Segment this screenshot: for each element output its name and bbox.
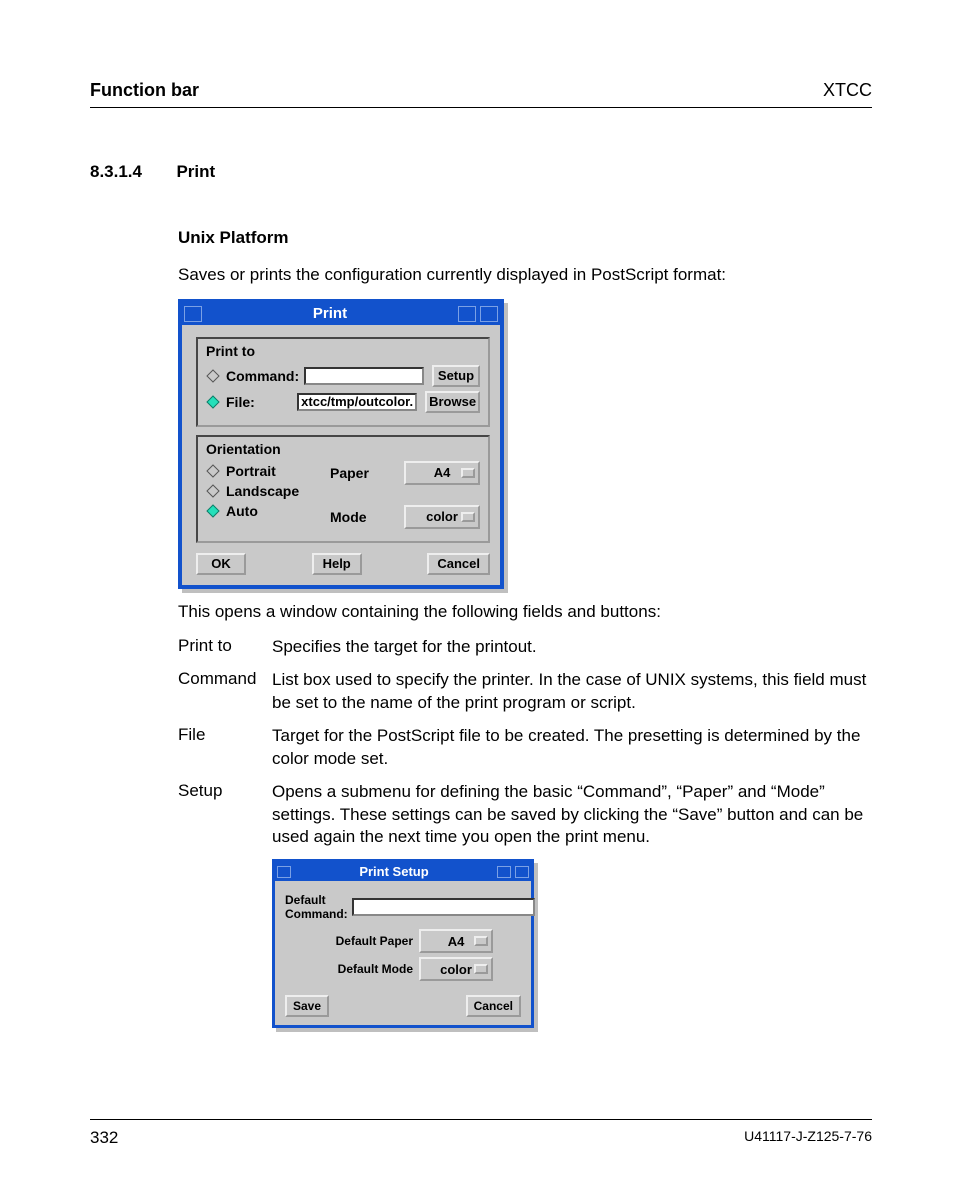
landscape-radio-label[interactable]: Landscape bbox=[226, 483, 299, 499]
intro-paragraph: Saves or prints the configuration curren… bbox=[178, 264, 872, 287]
cancel-button[interactable]: Cancel bbox=[466, 995, 521, 1017]
dropdown-stub-icon bbox=[474, 964, 488, 974]
fields-intro: This opens a window containing the follo… bbox=[178, 601, 872, 624]
default-paper-label: Default Paper bbox=[313, 934, 419, 948]
default-paper-select[interactable]: A4 bbox=[419, 929, 493, 953]
minimize-icon[interactable] bbox=[497, 866, 511, 878]
window-menu-icon[interactable] bbox=[277, 866, 291, 878]
def-desc: Target for the PostScript file to be cre… bbox=[272, 725, 872, 771]
setup-button[interactable]: Setup bbox=[432, 365, 480, 387]
auto-radio-label[interactable]: Auto bbox=[226, 503, 258, 519]
section-number: 8.3.1.4 bbox=[90, 162, 142, 182]
print-to-label: Print to bbox=[206, 343, 480, 359]
def-term: Print to bbox=[178, 636, 272, 659]
header-left: Function bar bbox=[90, 80, 199, 101]
print-setup-titlebar[interactable]: Print Setup bbox=[275, 862, 531, 881]
diamond-radio-icon[interactable] bbox=[206, 504, 220, 518]
ok-button[interactable]: OK bbox=[196, 553, 246, 575]
file-label[interactable]: File: bbox=[226, 394, 297, 410]
def-command: Command List box used to specify the pri… bbox=[178, 669, 872, 715]
def-setup: Setup Opens a submenu for defining the b… bbox=[178, 781, 872, 850]
diamond-radio-icon[interactable] bbox=[206, 484, 220, 498]
def-desc: Specifies the target for the printout. bbox=[272, 636, 537, 659]
header-right: XTCC bbox=[823, 80, 872, 101]
default-mode-select[interactable]: color bbox=[419, 957, 493, 981]
command-label[interactable]: Command: bbox=[226, 368, 304, 384]
def-term: File bbox=[178, 725, 272, 771]
save-button[interactable]: Save bbox=[285, 995, 329, 1017]
minimize-icon[interactable] bbox=[458, 306, 476, 322]
portrait-radio-label[interactable]: Portrait bbox=[226, 463, 276, 479]
print-dialog-titlebar[interactable]: Print bbox=[182, 303, 500, 325]
def-file: File Target for the PostScript file to b… bbox=[178, 725, 872, 771]
maximize-icon[interactable] bbox=[480, 306, 498, 322]
paper-select[interactable]: A4 bbox=[404, 461, 480, 485]
running-footer: 332 U41117-J-Z125-7-76 bbox=[90, 1119, 872, 1148]
def-term: Setup bbox=[178, 781, 272, 850]
default-command-label: Default Command: bbox=[285, 893, 348, 921]
maximize-icon[interactable] bbox=[515, 866, 529, 878]
dropdown-stub-icon bbox=[461, 468, 475, 478]
def-desc: Opens a submenu for defining the basic “… bbox=[272, 781, 872, 850]
dropdown-stub-icon bbox=[461, 512, 475, 522]
file-input[interactable] bbox=[297, 393, 417, 411]
mode-label: Mode bbox=[330, 509, 382, 525]
def-desc: List box used to specify the printer. In… bbox=[272, 669, 872, 715]
def-print-to: Print to Specifies the target for the pr… bbox=[178, 636, 872, 659]
page-number: 332 bbox=[90, 1128, 118, 1148]
default-command-input[interactable] bbox=[352, 898, 535, 916]
mode-select[interactable]: color bbox=[404, 505, 480, 529]
print-dialog: Print Print to Command: Setup File: Brow… bbox=[178, 299, 504, 589]
browse-button[interactable]: Browse bbox=[425, 391, 480, 413]
help-button[interactable]: Help bbox=[312, 553, 362, 575]
diamond-radio-icon[interactable] bbox=[206, 395, 220, 409]
print-to-group: Print to Command: Setup File: Browse bbox=[196, 337, 490, 427]
command-input[interactable] bbox=[304, 367, 424, 385]
running-header: Function bar XTCC bbox=[90, 80, 872, 108]
print-dialog-title: Print bbox=[204, 305, 456, 322]
section-heading: 8.3.1.4 Print bbox=[90, 162, 872, 182]
orientation-group: Orientation Portrait Landscape Auto bbox=[196, 435, 490, 543]
print-setup-title: Print Setup bbox=[293, 864, 495, 879]
orientation-label: Orientation bbox=[206, 441, 330, 457]
diamond-radio-icon[interactable] bbox=[206, 464, 220, 478]
print-setup-dialog: Print Setup Default Command: Default Pap… bbox=[272, 859, 534, 1028]
diamond-radio-icon[interactable] bbox=[206, 369, 220, 383]
dropdown-stub-icon bbox=[474, 936, 488, 946]
def-term: Command bbox=[178, 669, 272, 715]
document-id: U41117-J-Z125-7-76 bbox=[744, 1128, 872, 1148]
default-mode-label: Default Mode bbox=[313, 962, 419, 976]
unix-platform-heading: Unix Platform bbox=[178, 228, 872, 248]
section-title: Print bbox=[176, 162, 215, 182]
cancel-button[interactable]: Cancel bbox=[427, 553, 490, 575]
paper-label: Paper bbox=[330, 465, 382, 481]
window-menu-icon[interactable] bbox=[184, 306, 202, 322]
